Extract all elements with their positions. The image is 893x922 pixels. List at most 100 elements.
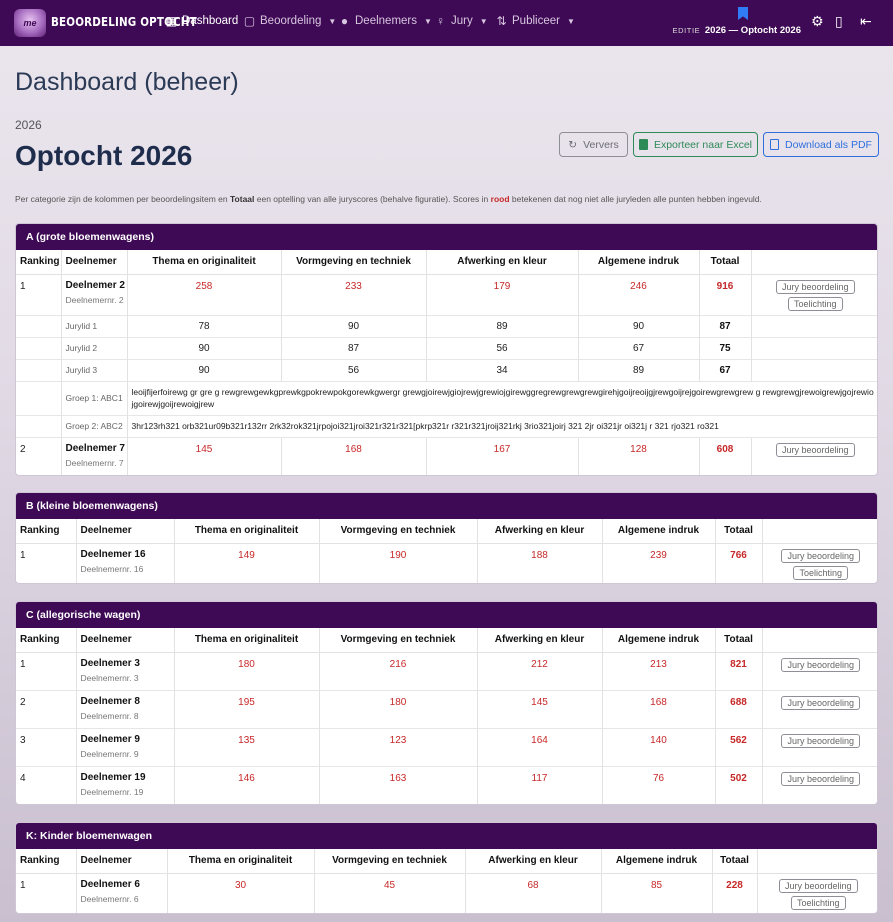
participant-number: Deelnemernr. 2 xyxy=(65,294,124,305)
participant-cell: Deelnemer 8 Deelnemernr. 8 xyxy=(75,689,174,728)
explanation-button[interactable]: Toelichting xyxy=(790,895,846,910)
col-theme[interactable]: Thema en originaliteit xyxy=(173,628,319,653)
jury-assessment-button[interactable]: Jury beoordeling xyxy=(775,279,855,294)
juror-score: 78 xyxy=(126,314,281,337)
col-total[interactable]: Totaal xyxy=(714,628,762,653)
note-part: Per categorie zijn de kolommen per beoor… xyxy=(15,194,230,204)
table-header-row: Ranking Deelnemer Thema en originaliteit… xyxy=(16,519,877,544)
jury-assessment-button[interactable]: Jury beoordeling xyxy=(781,548,861,563)
results-table: Ranking Deelnemer Thema en originaliteit… xyxy=(16,849,877,913)
participant-cell: Deelnemer 19 Deelnemernr. 19 xyxy=(75,765,174,804)
chevron-down-icon: ▼ xyxy=(566,16,575,26)
col-theme[interactable]: Thema en originaliteit xyxy=(166,849,314,874)
col-total[interactable]: Totaal xyxy=(714,519,762,544)
lightbulb-icon: ♀ xyxy=(436,14,445,28)
nav-dashboard[interactable]: ▦ Dashboard xyxy=(165,14,238,28)
explanation-button[interactable]: Toelichting xyxy=(793,565,849,580)
empty-cell xyxy=(16,380,61,416)
col-finish[interactable]: Afwerking en kleur xyxy=(464,849,601,874)
col-design[interactable]: Vormgeving en techniek xyxy=(318,628,477,653)
nav-deelnemers[interactable]: ● Deelnemers ▼ xyxy=(338,14,432,28)
gear-icon[interactable]: ⚙ xyxy=(811,13,824,30)
nav-publiceer[interactable]: ⇅ Publiceer ▼ xyxy=(495,14,575,28)
note-part: een optelling van alle juryscores (behal… xyxy=(254,194,491,204)
total-cell: 688 xyxy=(714,689,762,728)
participant-name: Deelnemer 9 xyxy=(80,733,140,745)
total-cell: 608 xyxy=(698,436,751,476)
col-actions xyxy=(761,519,877,544)
nav-beoordeling[interactable]: ▢ Beoordeling ▼ xyxy=(243,14,336,28)
results-table: Ranking Deelnemer Thema en originaliteit… xyxy=(16,250,877,476)
edition-indicator: EDITIE 2026 — Optocht 2026 xyxy=(672,25,801,36)
bookmark-icon[interactable] xyxy=(738,7,748,20)
score-cell: 164 xyxy=(476,727,602,766)
col-actions xyxy=(750,250,877,275)
jury-assessment-button[interactable]: Jury beoordeling xyxy=(781,657,861,672)
col-participant[interactable]: Deelnemer xyxy=(75,849,167,874)
score-cell: 179 xyxy=(425,273,578,315)
score-cell: 167 xyxy=(425,436,578,476)
col-design[interactable]: Vormgeving en techniek xyxy=(280,250,426,275)
table-row: 1 Deelnemer 6 Deelnemernr. 6 30 45 68 85… xyxy=(16,872,877,913)
export-excel-button[interactable]: Exporteer naar Excel xyxy=(633,132,758,157)
col-participant[interactable]: Deelnemer xyxy=(75,628,174,653)
jury-assessment-button[interactable]: Jury beoordeling xyxy=(781,771,861,786)
col-theme[interactable]: Thema en originaliteit xyxy=(173,519,319,544)
download-pdf-button[interactable]: Download als PDF xyxy=(763,132,879,157)
jury-assessment-button[interactable]: Jury beoordeling xyxy=(775,442,855,457)
nav-jury[interactable]: ♀ Jury ▼ xyxy=(434,14,488,28)
app-logo[interactable]: me xyxy=(14,9,46,37)
total-cell: 228 xyxy=(711,872,757,913)
score-cell: 163 xyxy=(318,765,477,804)
logout-icon[interactable]: ⇤ xyxy=(860,13,872,30)
participant-number: Deelnemernr. 6 xyxy=(80,893,139,904)
logo-text: me xyxy=(23,18,37,28)
rank-cell: 1 xyxy=(16,872,76,913)
col-participant[interactable]: Deelnemer xyxy=(75,519,174,544)
jury-assessment-button[interactable]: Jury beoordeling xyxy=(781,733,861,748)
score-cell: 180 xyxy=(173,651,319,690)
jury-row: Jurylid 3 90 56 34 89 67 xyxy=(16,358,877,381)
jury-assessment-button[interactable]: Jury beoordeling xyxy=(778,878,858,893)
chevron-down-icon: ▼ xyxy=(328,16,337,26)
group-comment: leoijfijerfoirewg gr gre g rewgrewgewkgp… xyxy=(126,380,877,416)
col-actions xyxy=(756,849,877,874)
col-total[interactable]: Totaal xyxy=(711,849,757,874)
participant-name: Deelnemer 3 xyxy=(80,657,140,669)
col-ranking[interactable]: Ranking xyxy=(16,250,61,275)
col-participant[interactable]: Deelnemer xyxy=(60,250,127,275)
refresh-button[interactable]: ↻ Ververs xyxy=(559,132,628,157)
jury-assessment-button[interactable]: Jury beoordeling xyxy=(781,695,861,710)
col-impression[interactable]: Algemene indruk xyxy=(601,519,715,544)
score-cell: 145 xyxy=(126,436,281,476)
juror-total: 87 xyxy=(698,314,751,337)
total-cell: 502 xyxy=(714,765,762,804)
col-theme[interactable]: Thema en originaliteit xyxy=(126,250,281,275)
total-cell: 821 xyxy=(714,651,762,690)
participant-cell: Deelnemer 6 Deelnemernr. 6 xyxy=(75,872,167,913)
col-design[interactable]: Vormgeving en techniek xyxy=(318,519,477,544)
col-finish[interactable]: Afwerking en kleur xyxy=(425,250,578,275)
explanation-button[interactable]: Toelichting xyxy=(787,296,843,311)
col-impression[interactable]: Algemene indruk xyxy=(577,250,699,275)
group-label: Groep 1: ABC1 xyxy=(60,380,127,416)
col-total[interactable]: Totaal xyxy=(698,250,751,275)
score-cell: 188 xyxy=(476,542,602,583)
col-finish[interactable]: Afwerking en kleur xyxy=(476,519,602,544)
juror-total: 67 xyxy=(698,358,751,381)
score-cell: 30 xyxy=(166,872,314,913)
score-cell: 76 xyxy=(601,765,715,804)
category-title: K: Kinder bloemenwagen xyxy=(16,823,877,849)
rank-cell: 2 xyxy=(16,689,76,728)
actions-cell: Jury beoordeling xyxy=(761,765,877,804)
col-finish[interactable]: Afwerking en kleur xyxy=(476,628,602,653)
col-design[interactable]: Vormgeving en techniek xyxy=(313,849,465,874)
col-ranking[interactable]: Ranking xyxy=(16,519,76,544)
group-row: Groep 1: ABC1 leoijfijerfoirewg gr gre g… xyxy=(16,380,877,416)
col-ranking[interactable]: Ranking xyxy=(16,849,76,874)
category-card-a: A (grote bloemenwagens) Ranking Deelneme… xyxy=(15,223,878,477)
col-ranking[interactable]: Ranking xyxy=(16,628,76,653)
col-impression[interactable]: Algemene indruk xyxy=(600,849,712,874)
col-impression[interactable]: Algemene indruk xyxy=(601,628,715,653)
book-icon[interactable]: ▯ xyxy=(835,13,843,30)
